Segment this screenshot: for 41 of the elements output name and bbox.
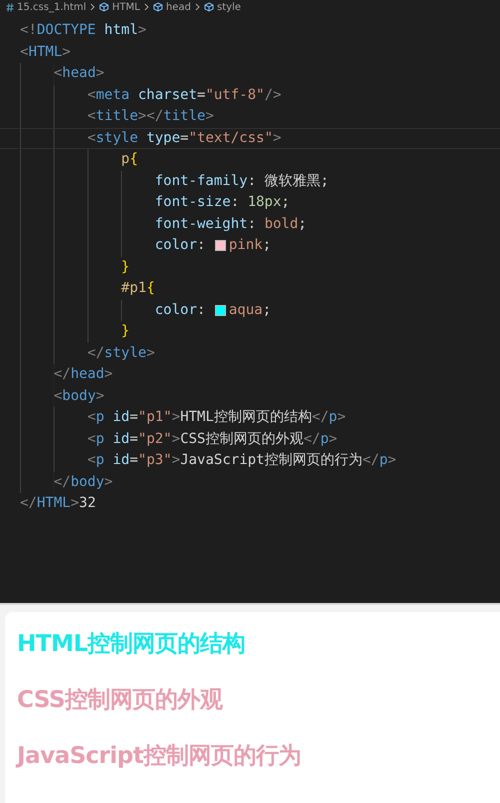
cube-icon — [204, 2, 214, 12]
paragraph: HTML控制网页的结构 — [17, 630, 246, 659]
code-text: pink; — [228, 236, 272, 255]
code-text: <p id="p1">HTML控制网页的结构</p> — [86, 408, 346, 427]
code-text: color: — [154, 300, 206, 320]
chevron-icon — [90, 3, 96, 11]
color-swatch[interactable] — [214, 240, 226, 252]
code-text: <meta charset="utf-8"/> — [86, 86, 282, 104]
code-text: aqua; — [228, 300, 272, 320]
code-text: } — [120, 322, 130, 341]
paragraph: CSS控制网页的外观 — [17, 686, 224, 715]
chevron-icon — [194, 3, 200, 11]
code-text: #p1{ — [120, 279, 155, 298]
code-text: <body> — [52, 386, 104, 406]
code-text: font-family: 微软雅黑; — [154, 172, 329, 190]
code-text: font-weight: bold; — [154, 214, 307, 234]
code-text: font-size: 18px; — [154, 193, 290, 212]
chevron-icon — [144, 3, 149, 11]
color-swatch[interactable] — [214, 304, 226, 316]
hash-icon — [6, 2, 14, 12]
code-text: p{ — [120, 150, 138, 169]
paragraph: JavaScript控制网页的行为 — [17, 742, 302, 771]
breadcrumb-item[interactable]: 15.css_1.html — [6, 2, 86, 12]
code-text: } — [120, 258, 130, 276]
code-text: <style type="text/css"> — [86, 128, 282, 148]
code-text: <p id="p3">JavaScript控制网页的行为</p> — [86, 451, 396, 470]
breadcrumb-item[interactable]: head — [152, 2, 191, 12]
cube-icon — [152, 2, 163, 12]
code-text: <head> — [52, 64, 104, 83]
code-text: <!DOCTYPE html> — [20, 21, 146, 40]
breadcrumb-item[interactable]: HTML — [99, 2, 140, 12]
code-text: <p id="p2">CSS控制网页的外观</p> — [86, 430, 338, 448]
code-text: </body> — [52, 472, 113, 492]
code-text: <title></title> — [86, 107, 214, 126]
breadcrumb-item[interactable]: style — [204, 2, 241, 12]
code-text: </style> — [86, 344, 155, 362]
code-text: <HTML> — [20, 42, 71, 62]
code-text: </HTML>32 — [20, 494, 96, 513]
cube-icon — [99, 2, 110, 12]
code-text: </head> — [52, 365, 113, 384]
code-text: color: — [154, 236, 206, 255]
